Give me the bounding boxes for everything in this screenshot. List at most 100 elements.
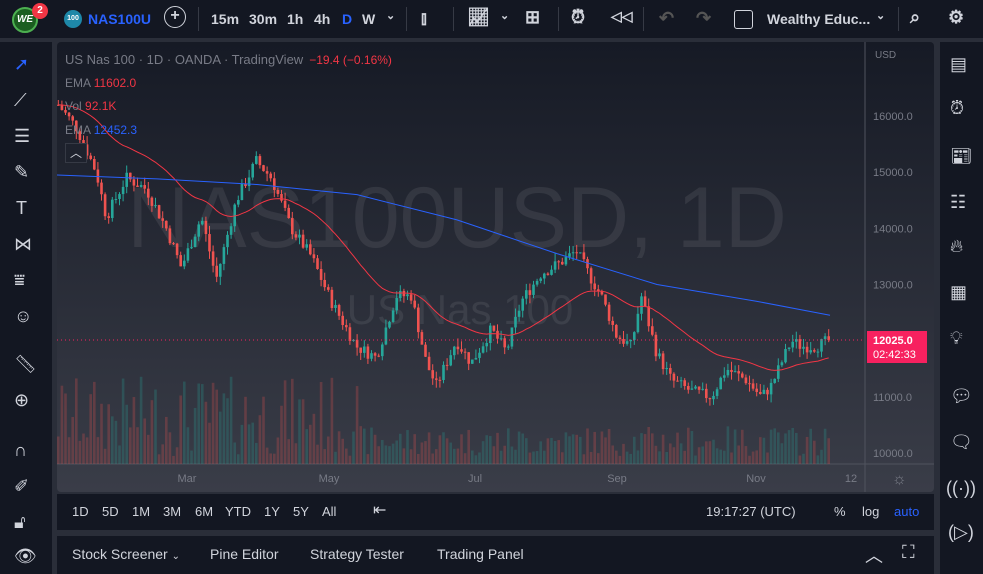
cursor-icon[interactable]: ➚ (14, 54, 29, 75)
candle-body (399, 290, 402, 299)
volume-bar (406, 430, 409, 464)
watchlist-icon[interactable]: ▤ (950, 54, 967, 75)
legend-ema-slow[interactable]: EMA 12452.3 (65, 123, 137, 137)
alarm-icon[interactable]: ⏰︎ (950, 98, 964, 119)
chevron-up-icon[interactable]: ︿ (865, 542, 883, 568)
collapse-legend-button[interactable]: ︿ (65, 143, 87, 163)
interval-w[interactable]: W (362, 11, 375, 27)
clock[interactable]: 19:17:27 (UTC) (706, 504, 796, 519)
candle-body (816, 351, 820, 353)
currency-selector[interactable]: USD (875, 50, 896, 61)
tab-strategy-tester[interactable]: Strategy Tester (310, 546, 404, 562)
log-toggle[interactable]: log (862, 504, 879, 519)
candle-body (517, 310, 521, 317)
prediction-icon[interactable]: ⩸ (14, 270, 25, 291)
replay-icon[interactable]: ◁◁ (611, 8, 633, 25)
fullscreen-icon[interactable]: ⛶ (902, 542, 915, 563)
emoji-icon[interactable]: ☺ (14, 306, 32, 327)
range-1y[interactable]: 1Y (264, 504, 280, 519)
chart-pane[interactable]: NAS100USD, 1D US Nas 100 16000.0 15000.0 1… (57, 42, 934, 492)
legend-volume[interactable]: Vol 92.1K (65, 99, 116, 113)
range-1d[interactable]: 1D (72, 504, 89, 519)
trend-line-icon[interactable]: ⟋ (14, 90, 27, 111)
magnet-icon[interactable]: ∩ (14, 440, 27, 461)
volume-bar (427, 432, 431, 464)
data-window-icon[interactable]: ☷ (950, 192, 966, 213)
candle-body (669, 368, 672, 374)
volume-bar (647, 426, 650, 464)
interval-4h[interactable]: 4h (314, 11, 330, 27)
candle-body (514, 316, 517, 328)
volume-bar (525, 438, 528, 464)
chats-icon[interactable]: 💬︎ (950, 386, 973, 407)
ideas-bulb-icon[interactable]: 💡︎ (950, 328, 963, 349)
chevron-down-icon[interactable]: ⌄ (386, 9, 395, 22)
ruler-icon[interactable]: 📏︎ (14, 354, 37, 375)
tab-trading-panel[interactable]: Trading Panel (437, 546, 524, 562)
calendar-icon[interactable]: ▦ (950, 282, 967, 303)
volume-bar (381, 440, 384, 464)
indicators-icon[interactable]: 📈︎ (467, 7, 490, 28)
chevron-down-icon[interactable]: ⌄ (876, 9, 885, 22)
chevron-down-icon[interactable]: ⌄ (500, 9, 509, 22)
range-all[interactable]: All (322, 504, 336, 519)
text-icon[interactable]: T (16, 198, 27, 219)
percent-toggle[interactable]: % (834, 504, 846, 519)
candle-body (798, 339, 802, 349)
range-5y[interactable]: 5Y (293, 504, 309, 519)
legend-ema-fast[interactable]: EMA 11602.0 (65, 76, 136, 90)
tab-pine-editor[interactable]: Pine Editor (210, 546, 278, 562)
settings-gear-icon[interactable]: ⚙ (948, 7, 964, 28)
chat-icon[interactable]: 🗨︎ (950, 432, 973, 453)
lock-icon[interactable]: 🔓︎ (14, 512, 26, 533)
axis-settings-icon[interactable]: ☼ (892, 471, 907, 488)
volume-bar (269, 453, 272, 464)
range-6m[interactable]: 6M (195, 504, 213, 519)
candle-body (96, 169, 100, 183)
layout-name[interactable]: Wealthy Educ... (767, 11, 870, 27)
layout-grid-icon[interactable]: ⊞ (525, 7, 540, 28)
eye-icon[interactable]: 👁︎ (14, 546, 37, 567)
redo-icon[interactable]: ↷ (696, 8, 711, 29)
candle-body (442, 364, 445, 380)
interval-d[interactable]: D (342, 11, 352, 27)
volume-bar (402, 448, 406, 464)
zoom-in-icon[interactable]: ⊕ (14, 390, 29, 411)
legend-title[interactable]: US Nas 100 · 1D · OANDA · TradingView (65, 52, 303, 67)
pattern-icon[interactable]: ⋈ (14, 234, 32, 255)
news-icon[interactable]: 📰︎ (950, 146, 973, 167)
streams-icon[interactable]: ((·)) (946, 478, 976, 499)
volume-bar (741, 429, 744, 464)
auto-toggle[interactable]: auto (894, 504, 919, 519)
range-3m[interactable]: 3M (163, 504, 181, 519)
volume-bar (471, 450, 474, 464)
chart-canvas[interactable]: NAS100USD, 1D US Nas 100 16000.0 15000.0 1… (57, 42, 934, 492)
range-1m[interactable]: 1M (132, 504, 150, 519)
goto-date-icon[interactable]: ⇤ (373, 500, 386, 520)
volume-bar (683, 450, 686, 464)
lock-draw-icon[interactable]: ✐ (14, 476, 29, 497)
add-symbol-icon[interactable]: + (164, 6, 186, 28)
interval-30m[interactable]: 30m (249, 11, 277, 27)
candle-body (197, 224, 200, 237)
candles-icon[interactable]: ⫾ (421, 8, 427, 29)
volume-bar (150, 400, 154, 464)
search-icon[interactable]: ⌕ (910, 7, 920, 28)
volume-bar (341, 438, 344, 464)
interval-1h[interactable]: 1h (287, 11, 303, 27)
brush-icon[interactable]: ✎ (14, 162, 29, 183)
play-icon[interactable]: (▷) (948, 522, 974, 543)
hotlist-fire-icon[interactable]: 🔥︎ (950, 236, 963, 257)
undo-icon[interactable]: ↶ (659, 8, 674, 29)
interval-15m[interactable]: 15m (211, 11, 239, 27)
volume-bar (417, 453, 420, 464)
volume-bar (291, 378, 294, 464)
fib-icon[interactable]: ☰ (14, 126, 30, 147)
layout-checkbox-icon[interactable] (734, 10, 753, 29)
tab-stock-screener[interactable]: Stock Screener ⌄ (72, 546, 180, 562)
range-5d[interactable]: 5D (102, 504, 119, 519)
alert-icon[interactable]: ⏰︎ (571, 7, 585, 28)
range-ytd[interactable]: YTD (225, 504, 251, 519)
symbol-search[interactable]: NAS100U (88, 11, 151, 27)
volume-bar (420, 442, 424, 464)
